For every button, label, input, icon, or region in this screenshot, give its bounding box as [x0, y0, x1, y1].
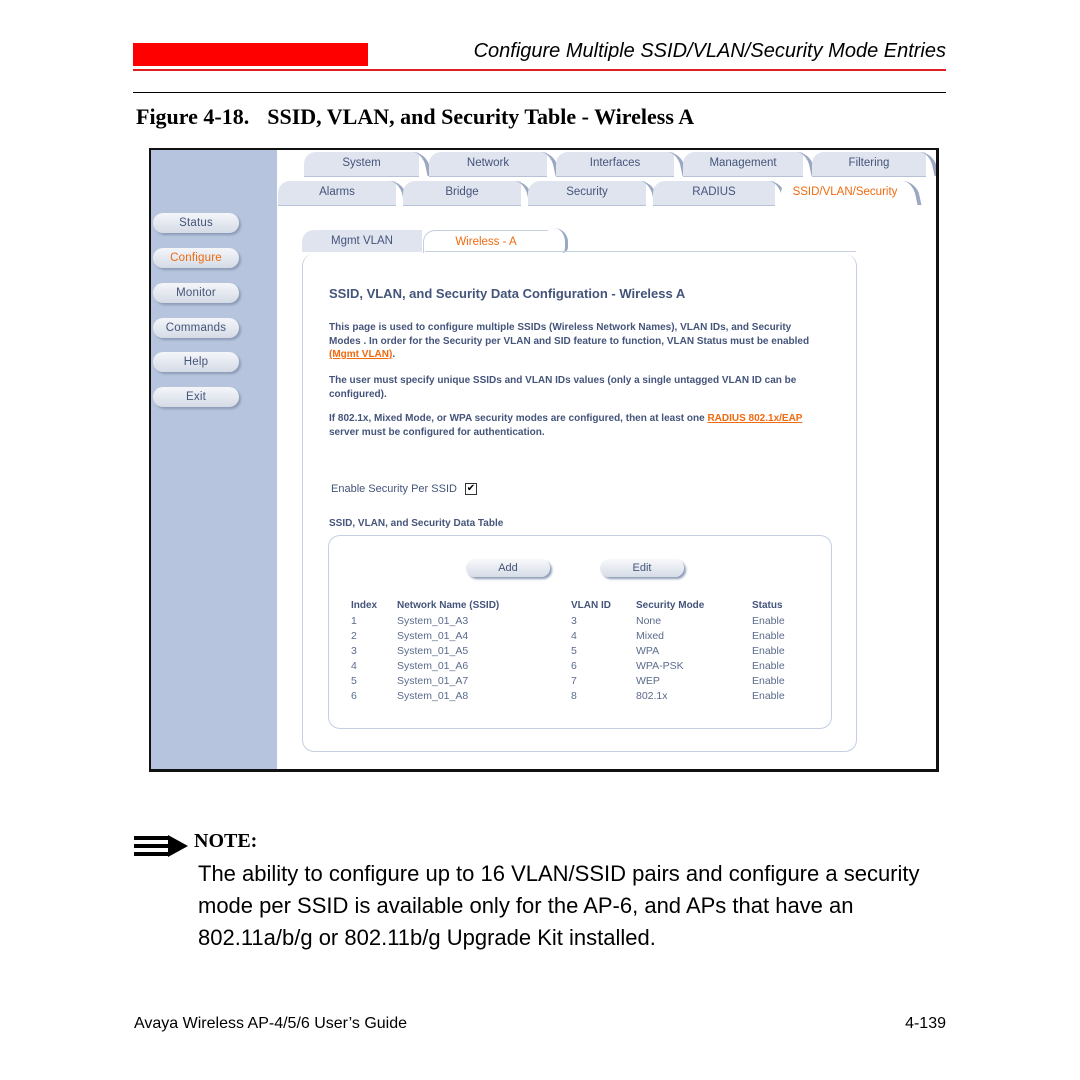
table-cell: None	[636, 615, 662, 627]
config-title: SSID, VLAN, and Security Data Configurat…	[329, 286, 686, 301]
table-cell: 7	[571, 675, 577, 687]
table-cell: System_01_A6	[397, 660, 469, 672]
sidebar-item-exit[interactable]: Exit	[153, 387, 239, 407]
add-button[interactable]: Add	[466, 559, 550, 577]
table-cell: Enable	[752, 690, 785, 702]
table-cell: 4	[351, 660, 357, 672]
table-cell: Enable	[752, 630, 785, 642]
table-cell: 3	[571, 615, 577, 627]
tab-system[interactable]: System	[304, 152, 419, 177]
data-table-box: Add Edit Index Network Name (SSID) VLAN …	[328, 535, 832, 729]
tab-ssid-vlan-security[interactable]: SSID/VLAN/Security	[781, 181, 909, 205]
table-cell: System_01_A8	[397, 690, 469, 702]
footer-guide-title: Avaya Wireless AP-4/5/6 User’s Guide	[134, 1015, 408, 1032]
col-header-ssid: Network Name (SSID)	[397, 600, 500, 611]
footer-page-number: 4-139	[905, 1015, 946, 1032]
table-cell: 802.1x	[636, 690, 668, 702]
edit-button[interactable]: Edit	[600, 559, 684, 577]
sidebar-item-help[interactable]: Help	[153, 352, 239, 372]
col-header-vlan-id: VLAN ID	[571, 600, 611, 611]
tab-alarms[interactable]: Alarms	[278, 181, 396, 206]
table-cell: 6	[351, 690, 357, 702]
table-cell: WPA	[636, 645, 660, 657]
enable-security-checkbox[interactable]: ✔	[464, 483, 477, 495]
enable-security-row: Enable Security Per SSID ✔	[331, 483, 477, 495]
intro-text-end: .	[392, 349, 396, 360]
header-red-rule	[133, 69, 946, 71]
table-cell: Mixed	[636, 630, 665, 642]
figure-number: Figure 4-18.	[136, 104, 250, 129]
table-cell: 4	[571, 630, 577, 642]
table-cell: 1	[351, 615, 357, 627]
tab-filtering[interactable]: Filtering	[812, 152, 926, 177]
sidebar-item-status[interactable]: Status	[153, 213, 239, 233]
sidebar-item-configure[interactable]: Configure	[153, 248, 239, 268]
sidebar: Status Configure Monitor Commands Help E…	[151, 150, 277, 769]
subtab-wireless-a[interactable]: Wireless - A	[423, 230, 548, 253]
table-cell: 8	[571, 690, 577, 702]
col-header-status: Status	[752, 600, 783, 611]
table-cell: 3	[351, 645, 357, 657]
tab-bridge[interactable]: Bridge	[403, 181, 521, 206]
figure-title: SSID, VLAN, and Security Table - Wireles…	[267, 104, 695, 129]
intro-paragraph: This page is used to configure multiple …	[329, 321, 819, 362]
note-label: NOTE:	[194, 830, 258, 852]
table-cell: System_01_A7	[397, 675, 469, 687]
table-cell: Enable	[752, 675, 785, 687]
tab-network[interactable]: Network	[429, 152, 547, 177]
unique-ids-paragraph: The user must specify unique SSIDs and V…	[329, 375, 797, 400]
table-cell: Enable	[752, 645, 785, 657]
table-cell: 6	[571, 660, 577, 672]
radius-eap-link[interactable]: RADIUS 802.1x/EAP	[707, 413, 802, 424]
radius-paragraph: If 802.1x, Mixed Mode, or WPA security m…	[329, 412, 819, 439]
table-cell: 5	[571, 645, 577, 657]
table-cell: 2	[351, 630, 357, 642]
table-cell: System_01_A5	[397, 645, 469, 657]
sidebar-item-commands[interactable]: Commands	[153, 318, 239, 338]
header-red-bar	[133, 43, 368, 66]
tab-radius[interactable]: RADIUS	[653, 181, 775, 206]
screenshot-frame: Status Configure Monitor Commands Help E…	[149, 148, 939, 772]
mgmt-vlan-link[interactable]: (Mgmt VLAN)	[329, 349, 392, 360]
figure-caption: Figure 4-18. SSID, VLAN, and Security Tab…	[136, 104, 694, 130]
tab-interfaces[interactable]: Interfaces	[556, 152, 674, 177]
table-title: SSID, VLAN, and Security Data Table	[329, 518, 504, 529]
header-divider	[133, 92, 946, 93]
panel-top-border	[425, 251, 856, 252]
table-cell: System_01_A4	[397, 630, 469, 642]
section-title: Configure Multiple SSID/VLAN/Security Mo…	[473, 40, 946, 62]
table-cell: System_01_A3	[397, 615, 469, 627]
radius-text: If 802.1x, Mixed Mode, or WPA security m…	[329, 413, 708, 424]
radius-text-end: server must be configured for authentica…	[329, 426, 545, 438]
note-text: The ability to configure up to 16 VLAN/S…	[198, 861, 920, 950]
tab-security[interactable]: Security	[528, 181, 646, 206]
col-header-security-mode: Security Mode	[636, 600, 705, 611]
table-cell: Enable	[752, 660, 785, 672]
enable-security-label: Enable Security Per SSID	[331, 483, 457, 495]
col-header-index: Index	[351, 600, 378, 611]
intro-text: This page is used to configure multiple …	[329, 322, 810, 347]
sidebar-item-monitor[interactable]: Monitor	[153, 283, 239, 303]
table-cell: 5	[351, 675, 357, 687]
table-cell: Enable	[752, 615, 785, 627]
subtab-curve	[547, 228, 568, 253]
tab-management[interactable]: Management	[683, 152, 803, 177]
table-cell: WEP	[636, 675, 660, 687]
subtab-mgmt-vlan[interactable]: Mgmt VLAN	[302, 230, 422, 252]
table-cell: WPA-PSK	[636, 660, 684, 672]
note-arrow-icon	[134, 835, 188, 857]
